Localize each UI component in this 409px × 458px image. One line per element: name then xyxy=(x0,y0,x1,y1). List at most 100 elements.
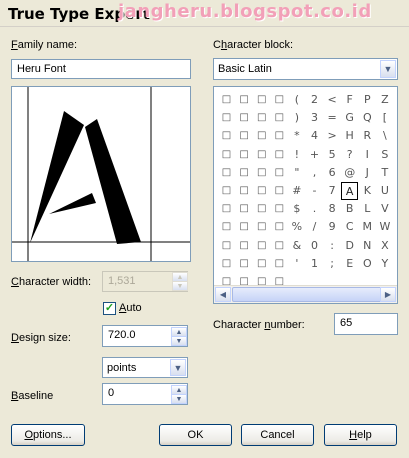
character-cell[interactable]: I xyxy=(359,146,376,164)
character-cell[interactable]: 3 xyxy=(306,109,323,127)
character-cell[interactable]: b xyxy=(394,255,397,273)
character-cell[interactable]: * xyxy=(288,127,305,145)
character-cell[interactable]: □ xyxy=(236,146,253,164)
scroll-right-icon[interactable]: ▶ xyxy=(380,287,396,302)
character-cell[interactable]: □ xyxy=(218,182,235,200)
character-cell[interactable]: 6 xyxy=(324,164,341,182)
chevron-down-icon[interactable]: ▼ xyxy=(170,359,186,376)
character-cell[interactable]: Q xyxy=(359,109,376,127)
character-cell[interactable]: G xyxy=(341,109,358,127)
character-cell[interactable]: B xyxy=(341,200,358,218)
character-cell[interactable]: k xyxy=(394,218,397,236)
character-cell[interactable]: □ xyxy=(218,127,235,145)
character-cell[interactable]: □ xyxy=(253,255,270,273)
character-cell[interactable]: 4 xyxy=(306,127,323,145)
character-cell[interactable]: 5 xyxy=(324,146,341,164)
character-cell[interactable]: ; xyxy=(324,255,341,273)
character-cell[interactable]: S xyxy=(376,146,393,164)
character-cell[interactable]: x xyxy=(394,127,397,145)
horizontal-scrollbar[interactable]: ◀ ▶ xyxy=(214,285,397,303)
character-cell[interactable]: $ xyxy=(288,200,305,218)
character-cell[interactable]: V xyxy=(376,200,393,218)
character-cell[interactable]: ( xyxy=(288,91,305,109)
character-cell[interactable]: □ xyxy=(218,218,235,236)
character-cell[interactable]: % xyxy=(288,218,305,236)
character-block-select[interactable]: Basic Latin ▼ xyxy=(213,58,398,80)
character-cell[interactable]: ! xyxy=(288,146,305,164)
character-cell[interactable]: & xyxy=(288,237,305,255)
character-cell[interactable]: 7 xyxy=(324,182,341,200)
character-cell[interactable]: □ xyxy=(271,164,288,182)
character-cell[interactable]: 9 xyxy=(324,218,341,236)
character-cell[interactable]: □ xyxy=(253,200,270,218)
character-cell[interactable]: □ xyxy=(253,127,270,145)
character-cell[interactable]: □ xyxy=(271,237,288,255)
character-cell[interactable]: □ xyxy=(271,218,288,236)
character-cell[interactable]: = xyxy=(324,109,341,127)
character-cell[interactable]: E xyxy=(341,255,358,273)
options-button[interactable]: Options... xyxy=(11,424,85,446)
character-cell[interactable]: □ xyxy=(253,91,270,109)
character-cell[interactable]: □ xyxy=(253,237,270,255)
character-cell[interactable]: □ xyxy=(236,109,253,127)
character-cell[interactable]: □ xyxy=(253,109,270,127)
character-cell[interactable]: u xyxy=(394,237,397,255)
character-cell[interactable]: c xyxy=(394,146,397,164)
character-cell[interactable]: □ xyxy=(236,237,253,255)
character-cell[interactable]: □ xyxy=(253,182,270,200)
help-button[interactable]: Help xyxy=(324,424,397,446)
character-cell[interactable]: □ xyxy=(218,91,235,109)
character-cell[interactable]: □ xyxy=(271,200,288,218)
character-cell[interactable]: Y xyxy=(376,255,393,273)
character-cell[interactable]: [ xyxy=(376,109,393,127)
character-cell[interactable]: □ xyxy=(236,182,253,200)
character-cell[interactable]: ? xyxy=(341,146,358,164)
scroll-thumb[interactable] xyxy=(232,287,382,302)
cancel-button[interactable]: Cancel xyxy=(241,424,314,446)
character-cell[interactable]: C xyxy=(341,218,358,236)
character-cell[interactable]: □ xyxy=(218,164,235,182)
character-cell[interactable]: X xyxy=(376,237,393,255)
character-cell[interactable]: □ xyxy=(271,127,288,145)
character-cell[interactable]: # xyxy=(288,182,305,200)
character-cell[interactable]: @ xyxy=(341,164,358,182)
character-cell[interactable]: : xyxy=(324,237,341,255)
character-cell[interactable]: / xyxy=(306,218,323,236)
character-cell[interactable]: □ xyxy=(218,237,235,255)
chevron-down-icon[interactable]: ▼ xyxy=(380,60,396,78)
caret-down-icon[interactable]: ▼ xyxy=(171,336,187,346)
character-cell[interactable]: R xyxy=(359,127,376,145)
character-cell[interactable]: L xyxy=(359,200,376,218)
character-cell[interactable]: M xyxy=(359,218,376,236)
character-cell[interactable]: P xyxy=(359,91,376,109)
character-cell[interactable]: □ xyxy=(236,255,253,273)
character-cell[interactable]: 2 xyxy=(306,91,323,109)
character-cell[interactable]: □ xyxy=(218,200,235,218)
character-cell[interactable]: D xyxy=(341,237,358,255)
character-cell[interactable]: . xyxy=(306,200,323,218)
character-cell[interactable]: N xyxy=(359,237,376,255)
character-cell[interactable]: H xyxy=(341,127,358,145)
scroll-left-icon[interactable]: ◀ xyxy=(215,287,231,302)
character-cell[interactable]: □ xyxy=(271,146,288,164)
character-cell[interactable]: w xyxy=(394,182,397,200)
caret-down-icon[interactable]: ▼ xyxy=(171,394,187,404)
character-cell[interactable]: □ xyxy=(253,164,270,182)
character-cell[interactable]: W xyxy=(376,218,393,236)
character-cell[interactable]: □ xyxy=(218,146,235,164)
character-cell[interactable]: " xyxy=(288,164,305,182)
character-cell[interactable]: □ xyxy=(236,127,253,145)
character-cell[interactable]: □ xyxy=(271,109,288,127)
character-cell[interactable]: J xyxy=(359,164,376,182)
design-size-spinner[interactable]: ▲ ▼ xyxy=(171,327,187,346)
character-cell[interactable]: Z xyxy=(376,91,393,109)
character-cell[interactable]: ' xyxy=(288,255,305,273)
baseline-spinner[interactable]: ▲ ▼ xyxy=(171,385,187,404)
character-cell[interactable]: U xyxy=(376,182,393,200)
character-cell[interactable]: n xyxy=(394,109,397,127)
character-cell[interactable]: d xyxy=(394,91,397,109)
character-cell[interactable]: □ xyxy=(236,218,253,236)
character-map[interactable]: □ □ □ □ □ □ □ □ □ □ □ □ □ □ □ □ □ □ □ □ □ □ □ □ □ □ □ □ □ □ □ □ □ □ □ □ □ □ □ □… xyxy=(213,86,398,304)
character-cell[interactable]: < xyxy=(324,91,341,109)
character-cell[interactable]: □ xyxy=(236,164,253,182)
